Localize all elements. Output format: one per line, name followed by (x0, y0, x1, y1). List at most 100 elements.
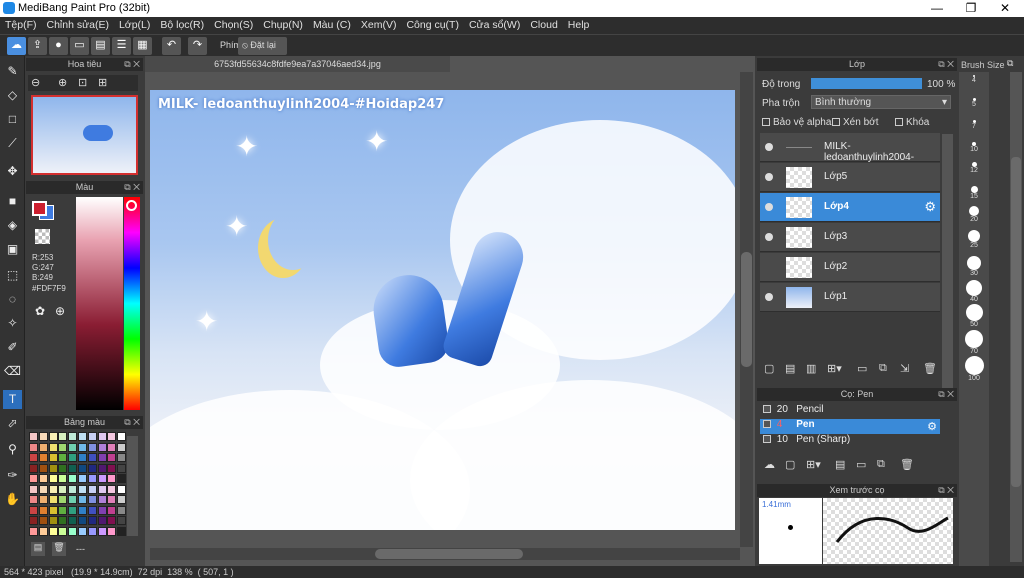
palette-swatch[interactable] (87, 453, 97, 462)
palette-swatch[interactable] (58, 516, 68, 525)
palette-swatch[interactable] (48, 474, 58, 483)
palette-swatch[interactable] (38, 432, 48, 441)
palette-swatch[interactable] (97, 495, 107, 504)
export-icon[interactable]: ⇪ (28, 37, 47, 55)
menu-snap[interactable]: Chụp(N) (258, 17, 308, 31)
panel-pin-close-icon[interactable]: ⧉ ✕ (124, 181, 140, 194)
palette-swatch[interactable] (107, 463, 117, 473)
palette-swatch[interactable] (38, 495, 48, 504)
undo-button[interactable]: ↶ (162, 37, 181, 55)
palette-swatch[interactable] (29, 432, 38, 441)
brush-row-selected[interactable]: 4 Pen ⚙ (760, 419, 940, 434)
brush-row[interactable]: 20 Pencil (760, 404, 940, 419)
layer-row-selected[interactable]: Lớp4 ⚙ (760, 193, 940, 222)
grid-icon[interactable]: ▦ (133, 37, 152, 55)
reset-button[interactable]: ⦸ Đặt lại (238, 37, 287, 55)
palette-swatch[interactable] (68, 526, 78, 536)
palette-swatch[interactable] (68, 463, 78, 473)
layer-row[interactable]: Lớp2 (760, 253, 940, 282)
palette-swatch[interactable] (97, 463, 107, 473)
brush-size-scroll-thumb[interactable] (1011, 157, 1021, 487)
palette-swatch[interactable] (117, 495, 127, 504)
palette-swatch[interactable] (68, 432, 78, 441)
zoom-in-icon[interactable]: ⊕ (58, 76, 67, 89)
palette-swatch[interactable] (58, 442, 68, 452)
close-button[interactable]: ✕ (988, 0, 1022, 17)
brush-row[interactable]: 10 Pen (Sharp) (760, 434, 940, 449)
size-preset[interactable]: 50 (962, 304, 986, 328)
palette-swatch[interactable] (78, 505, 87, 515)
size-preset[interactable]: 15 (962, 186, 986, 200)
hand-tool-icon[interactable]: ✋ (3, 490, 22, 509)
palette-swatch[interactable] (117, 484, 127, 494)
palette-swatch[interactable] (38, 484, 48, 494)
delete-layer-icon[interactable]: 🗑 (923, 362, 937, 375)
palette-swatch[interactable] (97, 526, 107, 536)
palette-swatch[interactable] (87, 463, 97, 473)
palette-swatch[interactable] (107, 474, 117, 483)
palette-swatch[interactable] (117, 516, 127, 525)
hue-slider[interactable] (124, 197, 140, 410)
panel-pin-close-icon[interactable]: ⧉ ✕ (124, 58, 140, 71)
blend-select[interactable]: Bình thường ▾ (811, 95, 951, 109)
palette-swatch[interactable] (38, 505, 48, 515)
size-preset[interactable]: 25 (962, 230, 986, 249)
text-tool-icon[interactable]: T (3, 390, 22, 409)
clipping-checkbox[interactable]: Xén bớt (832, 117, 878, 128)
palette-swatch[interactable] (107, 526, 117, 536)
import-brush-icon[interactable]: ▤ (835, 458, 845, 471)
palette-swatch[interactable] (78, 442, 87, 452)
cloud-brush-icon[interactable]: ☁ (764, 458, 775, 471)
saturation-value-field[interactable] (76, 197, 123, 410)
comment-icon[interactable]: ● (49, 37, 68, 55)
palette-swatch[interactable] (78, 463, 87, 473)
panel-pin-close-icon[interactable]: ⧉ ✕ (938, 484, 954, 497)
fill-rect-tool-icon[interactable]: ■ (3, 192, 22, 211)
palette-swatch[interactable] (97, 474, 107, 483)
visibility-eye-icon[interactable] (765, 233, 773, 241)
new-halftone-layer-icon[interactable]: ▤ (785, 362, 795, 375)
palette-swatch[interactable] (68, 474, 78, 483)
menu-tools[interactable]: Công cụ(T) (401, 17, 464, 31)
palette-swatch[interactable] (97, 442, 107, 452)
palette-swatch[interactable] (87, 474, 97, 483)
layer-row[interactable]: Lớp3 (760, 223, 940, 252)
delete-palette-icon[interactable]: 🗑 (52, 542, 66, 556)
palette-swatch[interactable] (97, 453, 107, 462)
size-preset[interactable]: 7 (962, 120, 986, 130)
merge-icon[interactable]: ⇲ (900, 362, 909, 375)
palette-icon[interactable]: ✿ (35, 304, 45, 318)
maximize-button[interactable]: ❐ (954, 0, 988, 17)
add-brush-menu-icon[interactable]: ⊞▾ (806, 458, 821, 471)
new-palette-icon[interactable]: ▤ (31, 542, 45, 556)
redo-button[interactable]: ↷ (188, 37, 207, 55)
palette-swatch[interactable] (29, 516, 38, 525)
palette-swatch[interactable] (48, 432, 58, 441)
palette-swatch[interactable] (117, 474, 127, 483)
palette-swatch[interactable] (87, 526, 97, 536)
size-preset[interactable]: 12 (962, 162, 986, 174)
palette-swatch[interactable] (29, 526, 38, 536)
hue-handle[interactable] (126, 200, 137, 211)
visibility-eye-icon[interactable] (765, 203, 773, 211)
brush-folder-icon[interactable]: ▭ (856, 458, 866, 471)
layer-row[interactable]: MILK- ledoanthuylinh2004- (760, 133, 940, 163)
duplicate-icon[interactable]: ⧉ (879, 362, 887, 375)
palette-swatch[interactable] (87, 495, 97, 504)
palette-swatch[interactable] (29, 484, 38, 494)
brush-tool-icon[interactable]: ✎ (3, 62, 22, 81)
palette-swatch[interactable] (78, 474, 87, 483)
palette-swatch[interactable] (38, 442, 48, 452)
rect-tool-icon[interactable]: □ (3, 110, 22, 129)
palette-swatch[interactable] (97, 484, 107, 494)
palette-swatch[interactable] (97, 432, 107, 441)
menu-filter[interactable]: Bộ lọc(R) (155, 17, 209, 31)
palette-swatch[interactable] (117, 505, 127, 515)
palette-swatch[interactable] (87, 442, 97, 452)
picker-tool-icon[interactable]: ✑ (3, 466, 22, 485)
palette-swatch[interactable] (117, 526, 127, 536)
panel-pin-icon[interactable]: ⧉ (1007, 58, 1013, 69)
palette-swatch[interactable] (78, 516, 87, 525)
palette-swatch[interactable] (58, 432, 68, 441)
size-preset[interactable]: 100 (962, 356, 986, 382)
